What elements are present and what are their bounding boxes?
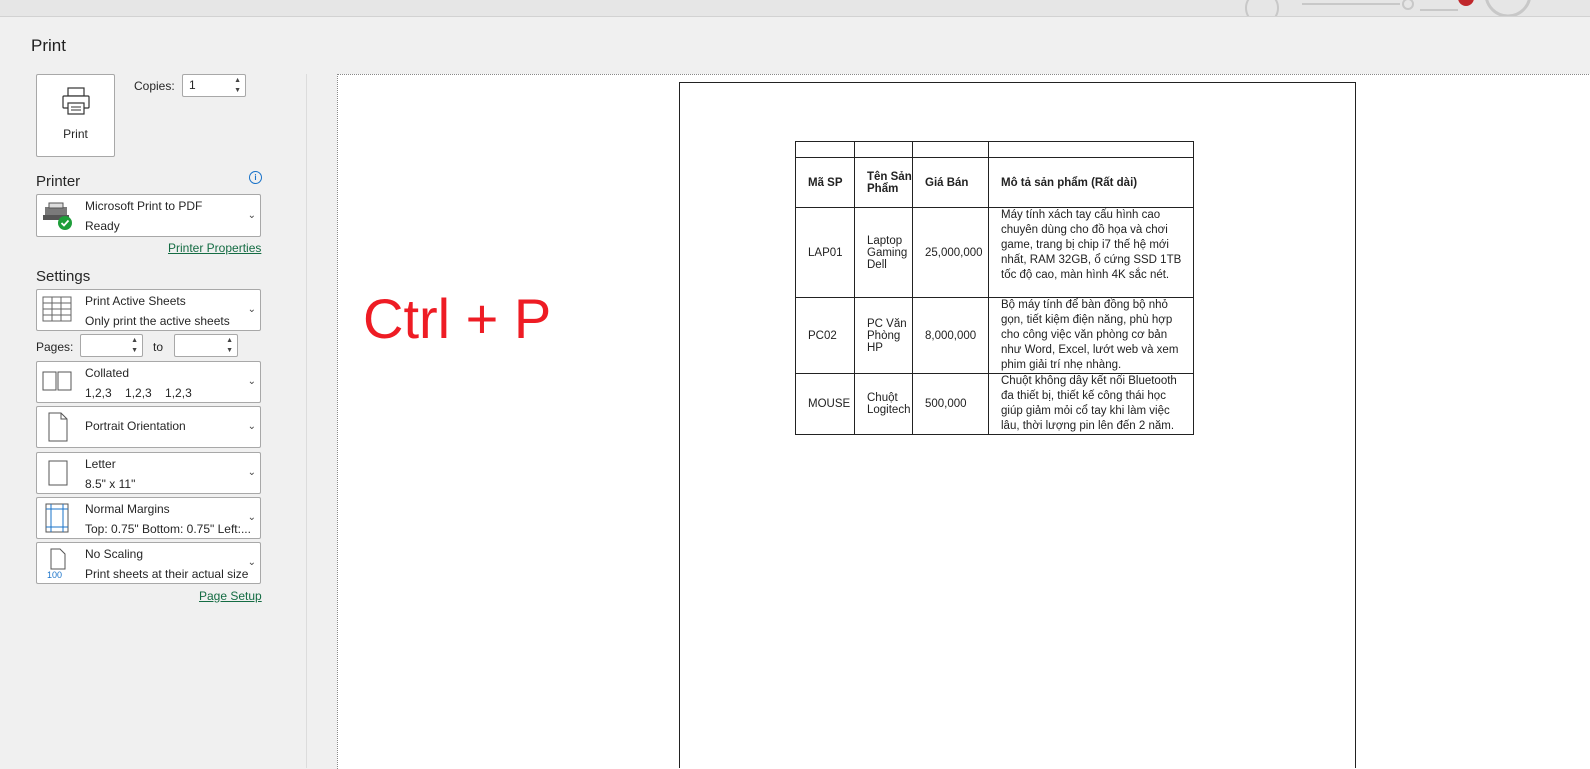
table-cell: Bộ máy tính để bàn đồng bộ nhỏ gọn, tiết… <box>988 297 1194 374</box>
margins-icon <box>45 503 69 533</box>
collation-title: Collated <box>85 366 130 380</box>
scaling-title: No Scaling <box>85 547 144 561</box>
stepper-up-icon[interactable]: ▲ <box>131 337 138 344</box>
stepper-up-icon[interactable]: ▲ <box>226 337 233 344</box>
chevron-down-icon: ⌄ <box>247 209 256 221</box>
printer-dropdown[interactable]: Microsoft Print to PDF Ready ⌄ <box>36 194 261 237</box>
table-cell: Chuột Logitech <box>854 373 913 435</box>
chevron-down-icon: ⌄ <box>247 557 256 568</box>
page-title: Print <box>31 36 66 55</box>
print-button[interactable]: Print <box>36 74 115 157</box>
margins-title: Normal Margins <box>85 502 170 516</box>
table-header-cell: Mã SP <box>795 157 855 208</box>
scaling-subtitle: Print sheets at their actual size <box>85 567 249 581</box>
stepper-down-icon[interactable]: ▼ <box>234 87 241 94</box>
margins-subtitle: Top: 0.75" Bottom: 0.75" Left:... <box>85 522 251 536</box>
settings-section-label: Settings <box>36 268 91 285</box>
title-bar <box>0 0 1590 17</box>
print-scope-dropdown[interactable]: Print Active Sheets Only print the activ… <box>36 289 261 331</box>
chevron-down-icon: ⌄ <box>247 467 256 478</box>
table-cell: 25,000,000 <box>912 207 989 298</box>
table-cell: PC Văn Phòng HP <box>854 297 913 374</box>
pages-to-label: to <box>153 340 164 354</box>
table-cell: Chuột không dây kết nối Bluetooth đa thi… <box>988 373 1194 435</box>
print-scope-title: Print Active Sheets <box>85 294 186 308</box>
table-cell: 8,000,000 <box>912 297 989 374</box>
panel-divider <box>306 74 307 768</box>
chevron-down-icon: ⌄ <box>247 304 256 315</box>
paper-size-subtitle: 8.5" x 11" <box>85 477 136 491</box>
stepper-down-icon[interactable]: ▼ <box>131 347 138 354</box>
printer-ready-icon <box>43 202 72 230</box>
print-button-label: Print <box>63 127 88 141</box>
svg-text:100: 100 <box>47 570 62 579</box>
paper-size-title: Letter <box>85 457 116 471</box>
table-row: LAP01 Laptop Gaming Dell 25,000,000 Máy … <box>795 207 1194 298</box>
printer-name: Microsoft Print to PDF <box>85 199 203 213</box>
decorative-circuit-icon <box>1245 0 1531 16</box>
table-cell: 500,000 <box>912 373 989 435</box>
chevron-down-icon: ⌄ <box>247 376 256 387</box>
paper-size-dropdown[interactable]: Letter 8.5" x 11" ⌄ <box>36 452 261 494</box>
table-cell: PC02 <box>795 297 855 374</box>
letter-page-icon <box>48 460 68 486</box>
table-header-cell: Giá Bán <box>912 157 989 208</box>
printer-section-label: Printer <box>36 173 81 190</box>
copies-value: 1 <box>189 78 196 92</box>
collation-dropdown[interactable]: Collated 1,2,3 1,2,3 1,2,3 ⌄ <box>36 361 261 403</box>
pages-to-input[interactable]: ▲ ▼ <box>174 334 238 357</box>
table-header-cell: Mô tả sản phẩm (Rất dài) <box>988 157 1194 208</box>
printer-status: Ready <box>85 219 120 233</box>
scaling-icon: 100 <box>47 548 66 579</box>
chevron-down-icon: ⌄ <box>247 421 256 432</box>
table-row: PC02 PC Văn Phòng HP 8,000,000 Bộ máy tí… <box>795 297 1194 374</box>
stepper-up-icon[interactable]: ▲ <box>234 77 241 84</box>
collation-subtitle: 1,2,3 1,2,3 1,2,3 <box>85 386 192 400</box>
table-row <box>795 141 1194 158</box>
table-row: MOUSE Chuột Logitech 500,000 Chuột không… <box>795 373 1194 435</box>
table-header-cell: Tên Sản Phẩm <box>854 157 913 208</box>
table-cell: Laptop Gaming Dell <box>854 207 913 298</box>
chevron-down-icon: ⌄ <box>247 512 256 523</box>
margins-dropdown[interactable]: Normal Margins Top: 0.75" Bottom: 0.75" … <box>36 497 261 539</box>
pages-label: Pages: <box>36 340 74 354</box>
orientation-dropdown[interactable]: Portrait Orientation ⌄ <box>36 406 261 448</box>
pages-from-input[interactable]: ▲ ▼ <box>80 334 143 357</box>
sheet-grid-icon <box>42 296 72 322</box>
table-cell: Máy tính xách tay cấu hình cao chuyên dù… <box>988 207 1194 298</box>
info-icon[interactable]: i <box>249 171 262 184</box>
table-cell: MOUSE <box>795 373 855 435</box>
page-setup-link[interactable]: Page Setup <box>199 589 262 603</box>
collated-pages-icon <box>42 371 72 391</box>
preview-table: Mã SP Tên Sản Phẩm Giá Bán Mô tả sản phẩ… <box>795 141 1194 435</box>
scaling-dropdown[interactable]: 100 No Scaling Print sheets at their act… <box>36 542 261 584</box>
copies-label: Copies: <box>134 79 175 93</box>
orientation-title: Portrait Orientation <box>85 419 186 433</box>
print-scope-subtitle: Only print the active sheets <box>85 314 230 328</box>
table-header-row: Mã SP Tên Sản Phẩm Giá Bán Mô tả sản phẩ… <box>795 157 1194 208</box>
stepper-down-icon[interactable]: ▼ <box>226 347 233 354</box>
copies-stepper[interactable]: 1 ▲ ▼ <box>182 74 246 97</box>
table-cell: LAP01 <box>795 207 855 298</box>
printer-properties-link[interactable]: Printer Properties <box>168 241 261 255</box>
shortcut-overlay-text: Ctrl + P <box>363 287 552 350</box>
portrait-page-icon <box>48 412 68 442</box>
printer-icon <box>62 87 90 115</box>
